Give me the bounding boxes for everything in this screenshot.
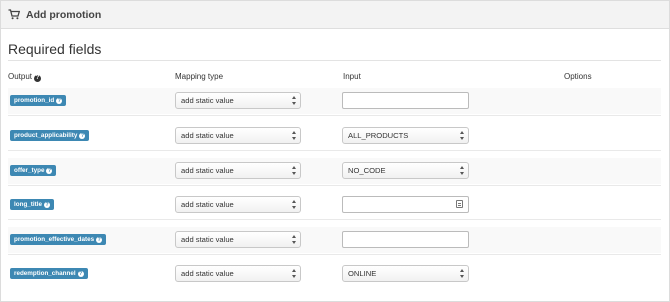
mapping-type-select[interactable]: add static value <box>175 231 301 248</box>
panel-title: Add promotion <box>26 8 102 21</box>
field-badge: product_applicability? <box>10 130 90 141</box>
input-select-value: ALL_PRODUCTS <box>348 131 409 140</box>
mapping-type-value: add static value <box>181 200 234 209</box>
input-select[interactable]: NO_CODE <box>342 162 469 179</box>
help-icon[interactable]: ? <box>56 98 63 104</box>
row-divider <box>8 254 661 255</box>
select-arrows-icon <box>459 166 464 175</box>
column-header-mapping-type: Mapping type <box>175 72 224 81</box>
field-badge-label: promotion_effective_dates <box>14 236 95 243</box>
mapping-type-select[interactable]: add static value <box>175 196 301 213</box>
panel-header: Add promotion <box>1 1 669 29</box>
mapping-type-value: add static value <box>181 235 234 244</box>
mapping-type-value: add static value <box>181 166 234 175</box>
field-badge-label: redemption_channel <box>14 270 76 277</box>
table-row: offer_type? add static value NO_CODE <box>8 158 661 184</box>
input-select-value: NO_CODE <box>348 166 386 175</box>
select-arrows-icon <box>291 269 296 278</box>
help-icon[interactable]: ? <box>44 202 50 208</box>
column-header-output: Output? <box>8 72 42 82</box>
column-header-input: Input <box>343 72 361 81</box>
table-row: promotion_effective_dates? add static va… <box>8 227 661 253</box>
table-row: promotion_id? add static value <box>8 88 661 114</box>
row-divider <box>8 185 661 186</box>
mapping-type-value: add static value <box>181 269 234 278</box>
input-select[interactable]: ONLINE <box>342 265 469 282</box>
expand-editor-icon[interactable] <box>456 200 463 208</box>
select-arrows-icon <box>291 235 296 244</box>
mapping-type-select[interactable]: add static value <box>175 127 301 144</box>
section-divider <box>8 60 661 61</box>
table-row: long_title? add static value <box>8 192 661 218</box>
section-title: Required fields <box>8 41 102 57</box>
field-badge: long_title? <box>10 199 54 210</box>
help-icon[interactable]: ? <box>96 237 103 243</box>
help-icon[interactable]: ? <box>77 271 84 277</box>
field-badge-label: product_applicability <box>14 132 78 139</box>
field-badge: promotion_id? <box>10 95 67 106</box>
table-row: product_applicability? add static value … <box>8 123 661 149</box>
field-badge-label: offer_type <box>14 167 45 174</box>
cart-icon <box>8 9 20 20</box>
add-promotion-panel: Add promotion Required fields Output? Ma… <box>0 0 670 302</box>
mapping-type-select[interactable]: add static value <box>175 92 301 109</box>
table-row: redemption_channel? add static value ONL… <box>8 261 661 287</box>
input-select[interactable]: ALL_PRODUCTS <box>342 127 469 144</box>
field-badge-label: promotion_id <box>14 97 55 104</box>
help-icon[interactable]: ? <box>34 75 42 82</box>
field-badge: offer_type? <box>10 165 57 176</box>
long-title-textarea[interactable] <box>342 196 469 213</box>
row-divider <box>8 150 661 151</box>
select-arrows-icon <box>291 131 296 140</box>
mapping-type-value: add static value <box>181 131 234 140</box>
select-arrows-icon <box>459 269 464 278</box>
select-arrows-icon <box>459 131 464 140</box>
help-icon[interactable]: ? <box>79 133 86 139</box>
field-badge: promotion_effective_dates? <box>10 234 107 245</box>
input-field[interactable] <box>342 92 469 109</box>
input-select-value: ONLINE <box>348 269 377 278</box>
mapping-type-select[interactable]: add static value <box>175 162 301 179</box>
field-badge-label: long_title <box>14 201 42 208</box>
select-arrows-icon <box>291 166 296 175</box>
select-arrows-icon <box>291 96 296 105</box>
row-divider <box>8 115 661 116</box>
column-header-options: Options <box>564 72 592 81</box>
mapping-type-select[interactable]: add static value <box>175 265 301 282</box>
help-icon[interactable]: ? <box>46 168 53 174</box>
column-header-output-label: Output <box>8 72 33 81</box>
input-field[interactable] <box>342 231 469 248</box>
row-divider <box>8 219 661 220</box>
select-arrows-icon <box>291 200 296 209</box>
mapping-type-value: add static value <box>181 96 234 105</box>
field-badge: redemption_channel? <box>10 268 88 279</box>
